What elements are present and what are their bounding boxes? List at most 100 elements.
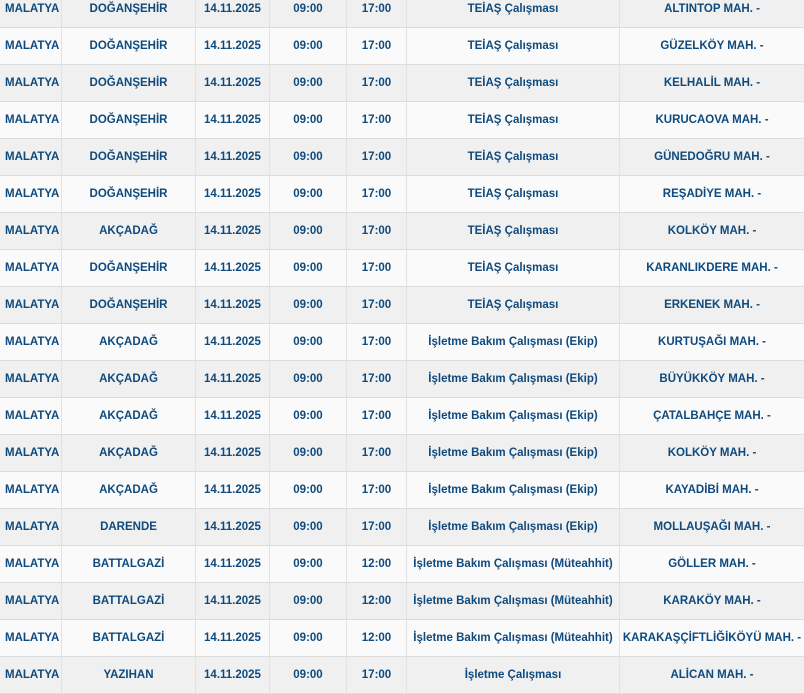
cell-end-time: 12:00 (347, 583, 407, 619)
cell-district: DOĞANŞEHİR (62, 28, 196, 64)
cell-reason: TEİAŞ Çalışması (407, 250, 620, 286)
cell-date: 14.11.2025 (196, 546, 270, 582)
cell-district: AKÇADAĞ (62, 435, 196, 471)
cell-reason: İşletme Bakım Çalışması (Ekip) (407, 472, 620, 508)
cell-neighborhood: ERKENEK MAH. - (664, 299, 760, 311)
cell-start-time: 09:00 (270, 176, 347, 212)
cell-date: 14.11.2025 (196, 250, 270, 286)
cell-reason: İşletme Bakım Çalışması (Ekip) (407, 361, 620, 397)
cell-province: MALATYA (0, 620, 62, 656)
cell-date: 14.11.2025 (196, 509, 270, 545)
cell-date: 14.11.2025 (196, 102, 270, 138)
cell-neighborhood: GÜZELKÖY MAH. - (660, 40, 764, 52)
cell-start-time: 09:00 (270, 139, 347, 175)
cell-district: AKÇADAĞ (62, 213, 196, 249)
cell-date: 14.11.2025 (196, 620, 270, 656)
cell-province: MALATYA (0, 28, 62, 64)
cell-neighborhood: KOLKÖY MAH. - (667, 225, 757, 237)
cell-date: 14.11.2025 (196, 28, 270, 64)
cell-district: AKÇADAĞ (62, 361, 196, 397)
table-row: MALATYA DOĞANŞEHİR 14.11.2025 09:00 17:0… (0, 287, 804, 324)
cell-end-time: 17:00 (347, 28, 407, 64)
cell-neighborhood: REŞADİYE MAH. - (662, 188, 762, 200)
cell-reason: İşletme Bakım Çalışması (Müteahhit) (407, 583, 620, 619)
cell-reason: İşletme Çalışması (407, 657, 620, 693)
cell-reason: İşletme Bakım Çalışması (Ekip) (407, 509, 620, 545)
cell-district: AKÇADAĞ (62, 472, 196, 508)
cell-reason: İşletme Bakım Çalışması (Müteahhit) (407, 546, 620, 582)
cell-date: 14.11.2025 (196, 472, 270, 508)
cell-end-time: 12:00 (347, 546, 407, 582)
cell-province: MALATYA (0, 324, 62, 360)
cell-neighborhood: KELHALİL MAH. - (663, 77, 761, 89)
cell-neighborhood: KAYADİBİ MAH. - (665, 484, 759, 496)
cell-province: MALATYA (0, 398, 62, 434)
cell-neighborhood: KARAKÖY MAH. - (663, 595, 761, 607)
cell-neighborhood: ALİCAN MAH. - (670, 669, 754, 681)
cell-province: MALATYA (0, 287, 62, 323)
cell-start-time: 09:00 (270, 361, 347, 397)
cell-start-time: 09:00 (270, 287, 347, 323)
cell-start-time: 09:00 (270, 583, 347, 619)
cell-date: 14.11.2025 (196, 65, 270, 101)
cell-neighborhood: KURTUŞAĞI MAH. - (658, 336, 766, 348)
table-row: MALATYA YAZIHAN 14.11.2025 09:00 17:00 İ… (0, 657, 804, 694)
cell-province: MALATYA (0, 139, 62, 175)
cell-end-time: 17:00 (347, 472, 407, 508)
cell-province: MALATYA (0, 65, 62, 101)
cell-reason: TEİAŞ Çalışması (407, 28, 620, 64)
cell-district: AKÇADAĞ (62, 324, 196, 360)
cell-neighborhood: KOLKÖY MAH. - (667, 447, 757, 459)
cell-reason: İşletme Bakım Çalışması (Müteahhit) (407, 620, 620, 656)
table-row: MALATYA DOĞANŞEHİR 14.11.2025 09:00 17:0… (0, 28, 804, 65)
cell-end-time: 17:00 (347, 435, 407, 471)
table-row: MALATYA AKÇADAĞ 14.11.2025 09:00 17:00 İ… (0, 435, 804, 472)
cell-province: MALATYA (0, 176, 62, 212)
cell-date: 14.11.2025 (196, 398, 270, 434)
table-row: MALATYA BATTALGAZİ 14.11.2025 09:00 12:0… (0, 583, 804, 620)
cell-province: MALATYA (0, 102, 62, 138)
cell-province: MALATYA (0, 0, 62, 27)
table-row: MALATYA DOĞANŞEHİR 14.11.2025 09:00 17:0… (0, 250, 804, 287)
table-row: MALATYA AKÇADAĞ 14.11.2025 09:00 17:00 İ… (0, 398, 804, 435)
cell-district: YAZIHAN (62, 657, 196, 693)
cell-district: DARENDE (62, 509, 196, 545)
cell-start-time: 09:00 (270, 509, 347, 545)
cell-district: DOĞANŞEHİR (62, 176, 196, 212)
table-row: MALATYA BATTALGAZİ 14.11.2025 09:00 12:0… (0, 546, 804, 583)
cell-date: 14.11.2025 (196, 0, 270, 27)
cell-province: MALATYA (0, 213, 62, 249)
cell-reason: TEİAŞ Çalışması (407, 0, 620, 27)
cell-end-time: 17:00 (347, 0, 407, 27)
cell-reason: TEİAŞ Çalışması (407, 213, 620, 249)
cell-neighborhood: ÇATALBAHÇE MAH. - (653, 410, 771, 422)
cell-end-time: 17:00 (347, 102, 407, 138)
cell-neighborhood: ALTINTOP MAH. - (664, 3, 760, 15)
table-row: MALATYA AKÇADAĞ 14.11.2025 09:00 17:00 İ… (0, 361, 804, 398)
cell-date: 14.11.2025 (196, 324, 270, 360)
cell-neighborhood: KARANLIKDERE MAH. - (646, 262, 778, 274)
cell-district: BATTALGAZİ (62, 583, 196, 619)
cell-province: MALATYA (0, 583, 62, 619)
cell-province: MALATYA (0, 250, 62, 286)
cell-neighborhood: MOLLAUŞAĞI MAH. - (653, 521, 771, 533)
cell-province: MALATYA (0, 509, 62, 545)
table-row: MALATYA AKÇADAĞ 14.11.2025 09:00 17:00 T… (0, 213, 804, 250)
cell-district: DOĞANŞEHİR (62, 102, 196, 138)
cell-start-time: 09:00 (270, 546, 347, 582)
cell-end-time: 17:00 (347, 657, 407, 693)
cell-start-time: 09:00 (270, 65, 347, 101)
table-row: MALATYA DARENDE 14.11.2025 09:00 17:00 İ… (0, 509, 804, 546)
cell-end-time: 17:00 (347, 213, 407, 249)
cell-start-time: 09:00 (270, 324, 347, 360)
table-row: MALATYA AKÇADAĞ 14.11.2025 09:00 17:00 İ… (0, 472, 804, 509)
cell-province: MALATYA (0, 435, 62, 471)
cell-start-time: 09:00 (270, 620, 347, 656)
outage-table: MALATYA DOĞANŞEHİR 14.11.2025 09:00 17:0… (0, 0, 804, 694)
cell-start-time: 09:00 (270, 102, 347, 138)
cell-district: BATTALGAZİ (62, 546, 196, 582)
cell-reason: İşletme Bakım Çalışması (Ekip) (407, 398, 620, 434)
cell-end-time: 17:00 (347, 398, 407, 434)
cell-reason: TEİAŞ Çalışması (407, 102, 620, 138)
cell-date: 14.11.2025 (196, 139, 270, 175)
